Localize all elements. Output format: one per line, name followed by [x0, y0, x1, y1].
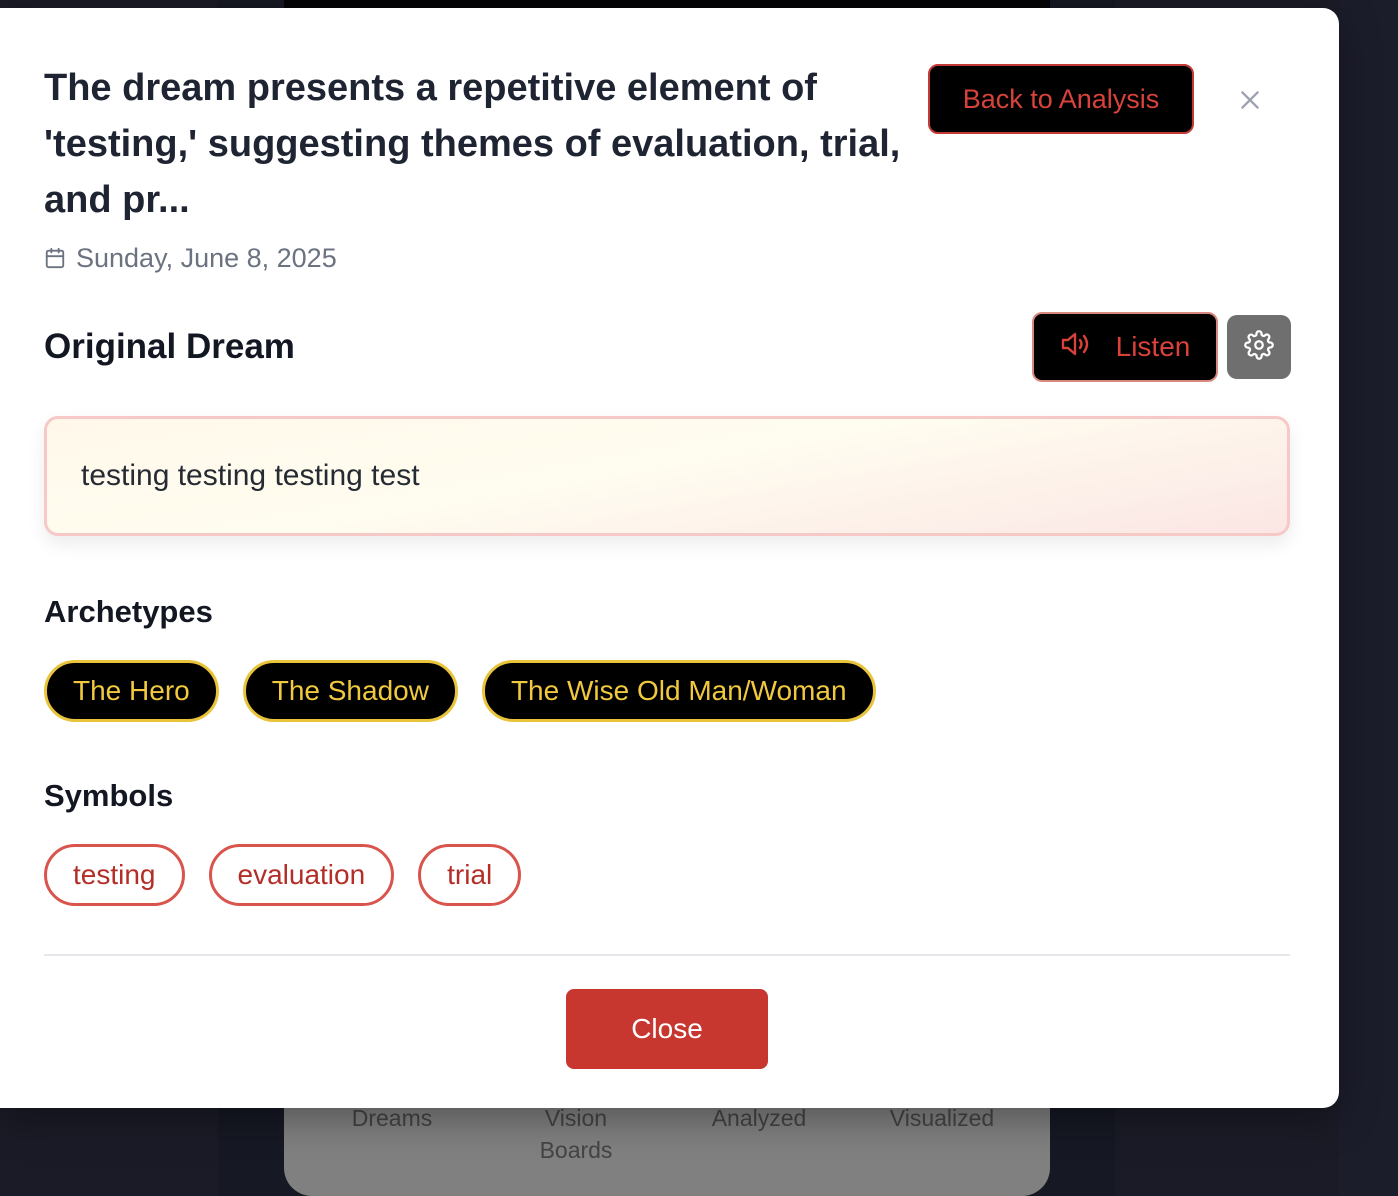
stat-label-vision-boards: Vision Boards — [539, 1105, 613, 1163]
symbol-list: testing evaluation trial — [44, 844, 522, 906]
archetype-list: The Hero The Shadow The Wise Old Man/Wom… — [44, 660, 876, 722]
back-to-analysis-button[interactable]: Back to Analysis — [928, 64, 1194, 134]
dream-date: Sunday, June 8, 2025 — [44, 236, 337, 280]
dream-detail-modal: The dream presents a repetitive element … — [0, 8, 1339, 1108]
footer-divider — [44, 954, 1290, 956]
archetypes-heading: Archetypes — [44, 594, 213, 629]
date-text: Sunday, June 8, 2025 — [76, 242, 337, 273]
original-dream-text: testing testing testing test — [44, 416, 1290, 536]
speaker-icon — [1060, 329, 1092, 366]
modal-title: The dream presents a repetitive element … — [44, 67, 901, 221]
close-button[interactable]: Close — [566, 989, 768, 1069]
listen-label: Listen — [1115, 331, 1191, 362]
voice-settings-button[interactable] — [1227, 315, 1291, 379]
original-dream-heading: Original Dream — [44, 327, 295, 366]
archetype-chip-shadow: The Shadow — [242, 660, 458, 722]
close-icon[interactable] — [1232, 82, 1268, 118]
symbol-chip-trial: trial — [418, 844, 522, 906]
modal-backdrop[interactable] — [1339, 0, 1398, 1196]
symbols-heading: Symbols — [44, 778, 174, 813]
archetype-chip-hero: The Hero — [44, 660, 219, 722]
listen-button[interactable]: Listen — [1032, 312, 1218, 382]
symbol-chip-testing: testing — [44, 844, 185, 906]
symbol-chip-evaluation: evaluation — [208, 844, 395, 906]
archetype-chip-wise-old: The Wise Old Man/Woman — [481, 660, 876, 722]
calendar-icon — [44, 247, 66, 269]
gear-icon — [1244, 329, 1274, 365]
